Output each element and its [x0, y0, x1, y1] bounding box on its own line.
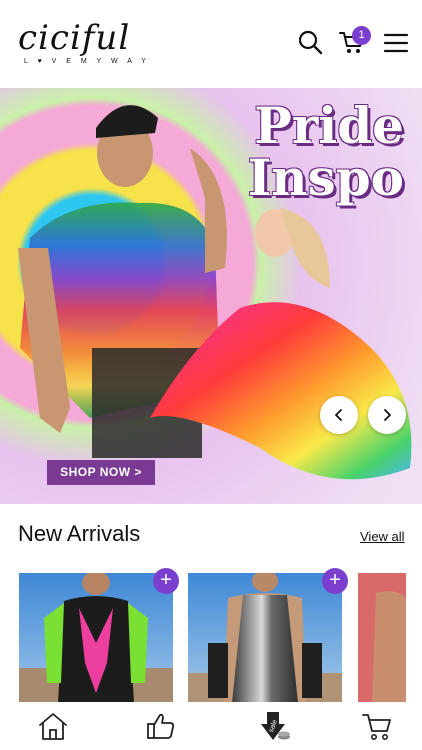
search-button[interactable]: [296, 28, 324, 56]
cart-count-badge: 1: [352, 26, 371, 45]
product-card[interactable]: [358, 573, 406, 703]
product-image-neon-bodysuit: [19, 573, 173, 703]
bottom-navigation: sale: [0, 702, 422, 750]
add-to-cart-button[interactable]: +: [153, 568, 179, 594]
brand-logo[interactable]: ciciful L ♥ V E M Y W A Y: [18, 18, 146, 70]
nav-home-button[interactable]: [36, 710, 70, 742]
logo-wordmark: ciciful: [18, 18, 131, 58]
view-all-link[interactable]: View all: [360, 529, 405, 544]
add-to-cart-button[interactable]: +: [322, 568, 348, 594]
product-card[interactable]: [188, 573, 342, 703]
search-icon: [298, 30, 323, 55]
cart-icon: [362, 714, 391, 740]
menu-button[interactable]: [382, 28, 410, 56]
chevron-right-icon: [384, 409, 391, 421]
product-card[interactable]: [19, 573, 173, 703]
carousel-next-button[interactable]: [368, 396, 406, 434]
product-image-partial: [358, 573, 406, 703]
logo-tagline: L ♥ V E M Y W A Y: [24, 58, 150, 65]
nav-sale-button[interactable]: sale: [258, 710, 292, 742]
home-icon: [39, 713, 67, 740]
nav-favorites-button[interactable]: [144, 710, 178, 742]
hero-title-line2: Inspo: [247, 148, 404, 207]
hero-title-line1: Pride: [254, 96, 404, 155]
app-header: ciciful L ♥ V E M Y W A Y 1: [0, 0, 422, 88]
carousel-prev-button[interactable]: [320, 396, 358, 434]
nav-cart-button[interactable]: [360, 710, 394, 742]
product-image-silver-bodysuit: [188, 573, 342, 703]
hamburger-menu-icon: [383, 33, 409, 53]
new-arrivals-title: New Arrivals: [18, 521, 141, 546]
chevron-left-icon: [335, 409, 342, 421]
shop-now-button[interactable]: SHOP NOW >: [47, 460, 155, 485]
sale-icon: sale: [261, 712, 290, 740]
hero-banner[interactable]: Pride Inspo SHOP NOW >: [0, 88, 422, 504]
hero-title: Pride Inspo: [248, 100, 404, 204]
thumbs-up-icon: [147, 713, 175, 739]
